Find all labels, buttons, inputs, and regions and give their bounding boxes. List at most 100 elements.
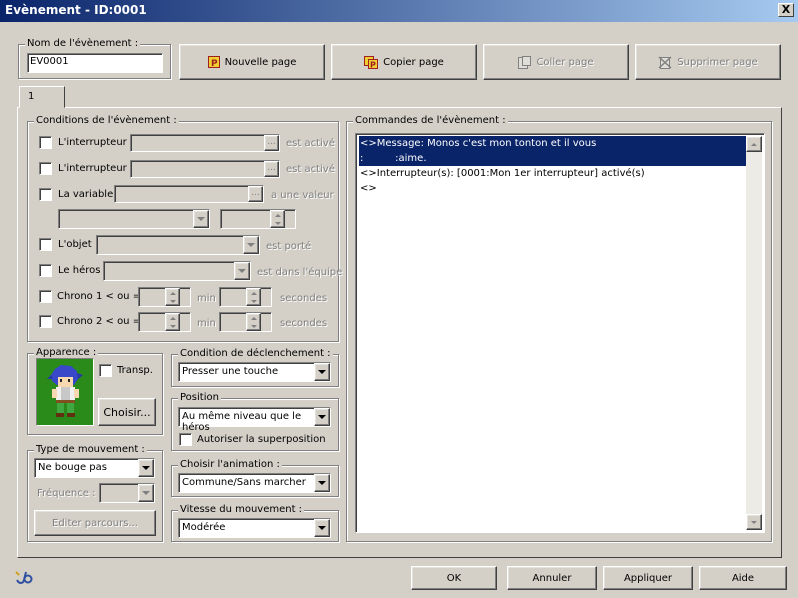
copy-page-icon: P	[364, 55, 379, 69]
cancel-button[interactable]: Annuler	[507, 566, 597, 590]
paste-page-icon	[518, 55, 532, 69]
variable-spin-buttons[interactable]	[270, 210, 285, 228]
timer2-checkbox[interactable]	[39, 315, 52, 328]
timer1-min-label: min	[197, 293, 216, 304]
chevron-down-icon[interactable]	[138, 484, 154, 502]
variable-label: La variable	[58, 189, 114, 200]
delete-page-icon	[658, 55, 672, 69]
overlap-checkbox[interactable]	[179, 433, 192, 446]
new-page-icon: P	[207, 56, 220, 68]
hero-dropdown[interactable]	[103, 261, 251, 281]
paste-page-button[interactable]: Coller page	[483, 44, 629, 80]
variable-operator-dropdown[interactable]	[58, 209, 210, 229]
animation-legend: Choisir l'animation :	[178, 459, 282, 471]
transparent-checkbox[interactable]	[99, 364, 112, 377]
chevron-down-icon[interactable]	[243, 236, 259, 254]
movement-speed-value: Modérée	[182, 522, 226, 533]
switch1-checkbox[interactable]	[39, 136, 52, 149]
delete-page-label: Supprimer page	[677, 56, 758, 68]
movement-type-legend: Type de mouvement :	[34, 444, 147, 456]
timer1-label: Chrono 1 < ou = à	[57, 291, 151, 302]
chevron-down-icon[interactable]	[138, 459, 154, 477]
timer1-seconds-spinner[interactable]	[219, 287, 272, 307]
hero-label: Le héros	[58, 265, 101, 276]
variable-checkbox[interactable]	[39, 188, 52, 201]
conditions-group: Conditions de l'évènement :	[27, 115, 339, 342]
close-button[interactable]: X	[778, 3, 794, 17]
switch2-field[interactable]: ...	[130, 160, 280, 178]
new-page-label: Nouvelle page	[224, 56, 297, 68]
tab-page-1[interactable]: 1	[19, 86, 65, 108]
chevron-down-icon[interactable]	[193, 210, 209, 228]
timer1-min-spin[interactable]	[165, 288, 180, 306]
animation-value: Commune/Sans marcher	[182, 477, 306, 488]
new-page-button[interactable]: P Nouvelle page	[179, 44, 325, 80]
animation-dropdown[interactable]: Commune/Sans marcher	[178, 473, 331, 493]
delete-page-button[interactable]: Supprimer page	[635, 44, 781, 80]
variable-value-spinner[interactable]	[220, 209, 296, 229]
choose-graphic-button[interactable]: Choisir...	[98, 398, 156, 426]
switch1-field[interactable]: ...	[130, 134, 280, 152]
commands-scrollbar[interactable]	[746, 136, 762, 530]
frequency-dropdown[interactable]	[99, 483, 155, 503]
position-legend: Position	[178, 392, 221, 404]
app-logo-icon	[14, 568, 34, 586]
command-line[interactable]: <>Message: Monos c'est mon tonton et il …	[359, 136, 746, 151]
chevron-down-icon[interactable]	[314, 519, 330, 537]
item-dropdown[interactable]	[96, 235, 260, 255]
hero-checkbox[interactable]	[39, 264, 52, 277]
chevron-down-icon[interactable]	[234, 262, 250, 280]
command-line[interactable]: : :aime.	[359, 151, 746, 166]
scroll-up-button[interactable]	[746, 136, 762, 152]
svg-text:P: P	[211, 59, 218, 68]
timer2-min-spin[interactable]	[165, 313, 180, 331]
hero-suffix: est dans l'équipe	[257, 267, 343, 278]
timer2-seconds-spinner[interactable]	[219, 312, 272, 332]
help-button[interactable]: Aide	[699, 566, 787, 590]
chevron-down-icon[interactable]	[314, 363, 330, 381]
timer2-min-label: min	[197, 318, 216, 329]
item-checkbox[interactable]	[39, 238, 52, 251]
event-name-input[interactable]: EV0001	[27, 53, 163, 73]
timer1-sec-spin[interactable]	[246, 288, 261, 306]
copy-page-button[interactable]: P Copier page	[331, 44, 477, 80]
switch1-browse-button[interactable]: ...	[264, 135, 279, 151]
timer2-sec-spin[interactable]	[246, 313, 261, 331]
switch2-browse-button[interactable]: ...	[264, 161, 279, 177]
event-sprite[interactable]	[36, 358, 94, 426]
switch2-checkbox[interactable]	[39, 162, 52, 175]
paste-page-label: Coller page	[536, 56, 594, 68]
ok-button[interactable]: OK	[411, 566, 497, 590]
frequency-label: Fréquence :	[37, 488, 96, 499]
window-title: Evènement - ID:0001	[5, 3, 147, 17]
movement-speed-dropdown[interactable]: Modérée	[178, 518, 331, 538]
movement-type-dropdown[interactable]: Ne bouge pas	[34, 458, 155, 478]
switch1-suffix: est activé	[286, 138, 335, 149]
event-name-legend: Nom de l'évènement :	[25, 38, 141, 50]
chevron-down-icon[interactable]	[314, 474, 330, 492]
edit-route-button[interactable]: Editer parcours...	[34, 510, 156, 536]
trigger-legend: Condition de déclenchement :	[178, 348, 333, 360]
command-line[interactable]: <>	[359, 181, 746, 196]
timer2-label: Chrono 2 < ou = à	[57, 316, 151, 327]
character-sprite-icon	[37, 359, 93, 425]
command-line[interactable]: <>Interrupteur(s): [0001:Mon 1er interru…	[359, 166, 746, 181]
timer1-minutes-spinner[interactable]	[138, 287, 191, 307]
commands-list[interactable]: <>Message: Monos c'est mon tonton et il …	[355, 133, 765, 533]
timer2-minutes-spinner[interactable]	[138, 312, 191, 332]
chevron-down-icon[interactable]	[314, 408, 330, 426]
conditions-legend: Conditions de l'évènement :	[34, 115, 179, 127]
scroll-down-button[interactable]	[746, 514, 762, 530]
timer1-checkbox[interactable]	[39, 290, 52, 303]
apply-button[interactable]: Appliquer	[603, 566, 693, 590]
svg-text:P: P	[370, 60, 376, 69]
timer2-sec-label: secondes	[280, 318, 328, 329]
overlap-label: Autoriser la superposition	[197, 434, 326, 445]
window-title-bar: Evènement - ID:0001	[0, 0, 798, 22]
copy-page-label: Copier page	[383, 56, 444, 68]
trigger-value: Presser une touche	[182, 366, 279, 377]
variable-browse-button[interactable]: ...	[248, 186, 263, 202]
variable-field[interactable]: ...	[114, 185, 264, 203]
position-dropdown[interactable]: Au même niveau que le héros	[178, 407, 331, 433]
trigger-dropdown[interactable]: Presser une touche	[178, 362, 331, 382]
